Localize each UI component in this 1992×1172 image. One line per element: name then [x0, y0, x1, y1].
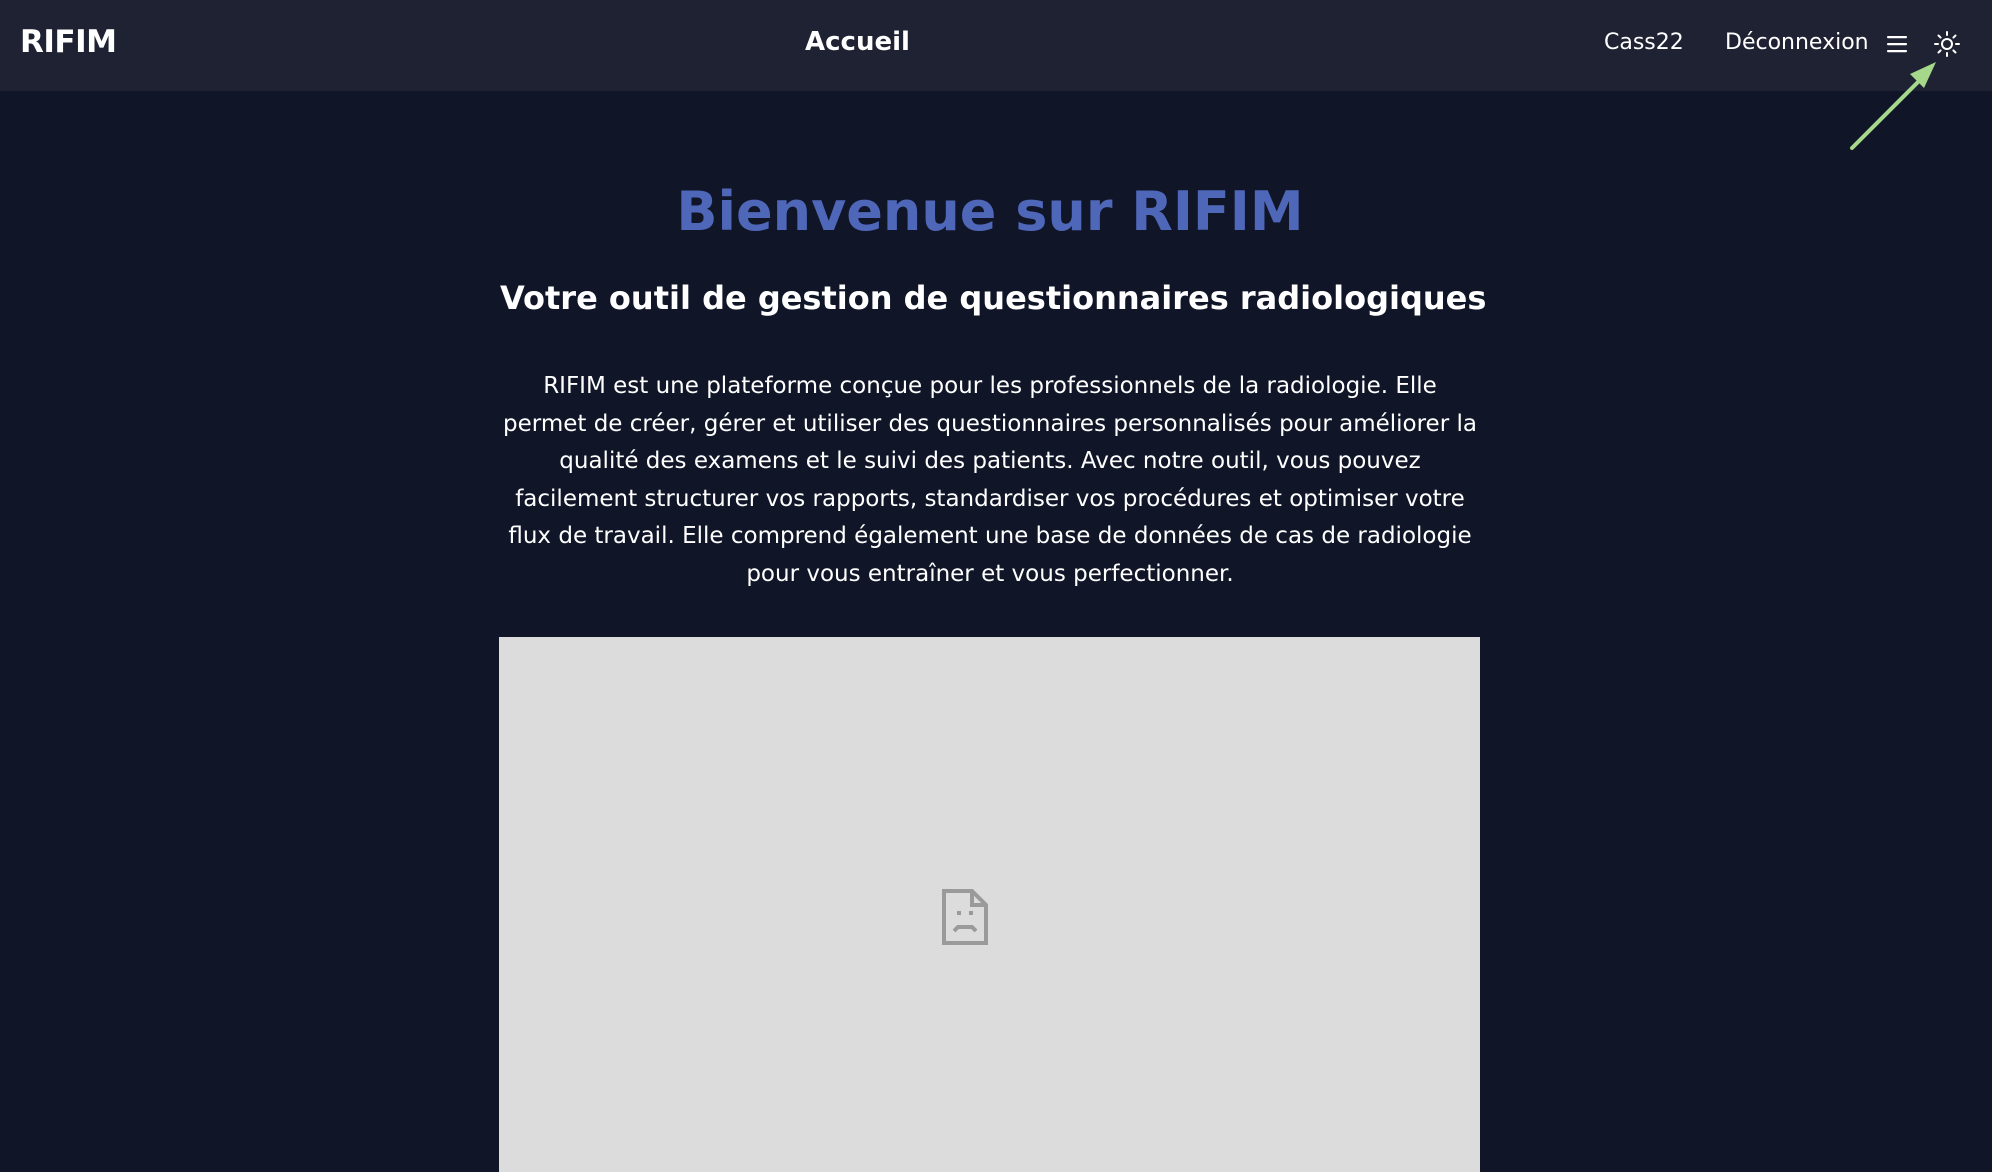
- description-paragraph: RIFIM est une plateforme conçue pour les…: [503, 373, 1477, 587]
- user-link[interactable]: Cass22: [1604, 30, 1684, 55]
- broken-document-icon: [942, 889, 988, 945]
- main-content: Bienvenue sur RIFIM Votre outil de gesti…: [0, 91, 1992, 1172]
- media-placeholder: [499, 637, 1480, 1172]
- logout-link[interactable]: Déconnexion: [1725, 30, 1869, 55]
- navbar: RIFIM Accueil Cass22 Déconnexion: [0, 0, 1992, 91]
- brand-logo[interactable]: RIFIM: [20, 24, 117, 60]
- welcome-heading: Bienvenue sur RIFIM: [676, 180, 1304, 243]
- hamburger-menu-icon[interactable]: [1886, 33, 1908, 55]
- tagline: Votre outil de gestion de questionnaires…: [500, 279, 1487, 317]
- sun-icon[interactable]: [1933, 30, 1961, 58]
- page-title: Accueil: [805, 27, 910, 57]
